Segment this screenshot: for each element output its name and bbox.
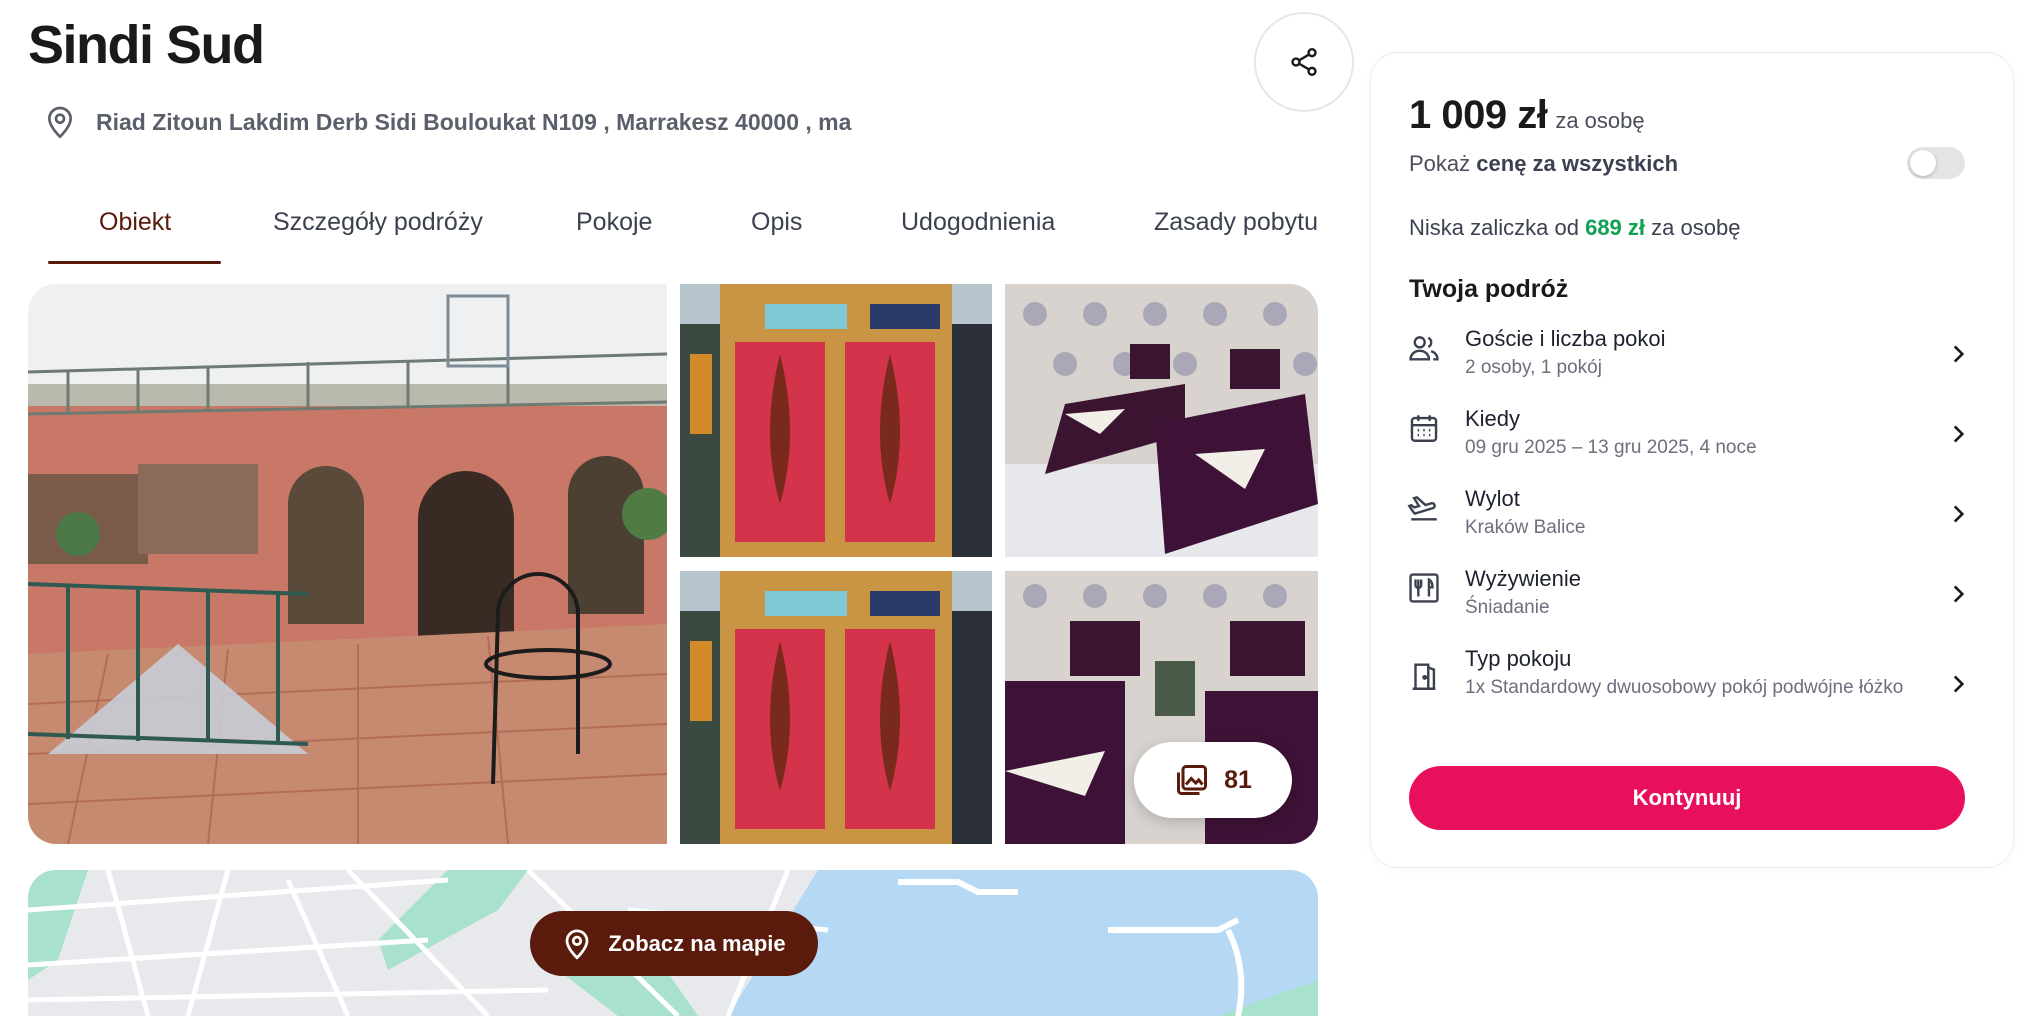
plane-departure-icon [1407, 496, 1437, 521]
show-all-photos-button[interactable]: 81 [1134, 742, 1292, 818]
continue-button[interactable]: Kontynuuj [1409, 766, 1965, 830]
show-total-prefix: Pokaż [1409, 151, 1471, 176]
trip-row-value: 1x Standardowy dwuosobowy pokój podwójne… [1465, 677, 1904, 698]
deposit-prefix: Niska zaliczka od [1409, 215, 1579, 240]
active-tab-indicator [48, 261, 221, 264]
location-pin-icon [47, 106, 73, 139]
photo-door[interactable] [680, 284, 992, 557]
photo-gallery [28, 284, 1318, 844]
deposit-info: Niska zaliczka od 689 zł za osobę [1409, 215, 1740, 241]
show-total-price-label: Pokaż cenę za wszystkich [1409, 151, 1678, 177]
deposit-suffix: za osobę [1651, 215, 1741, 240]
chevron-right-icon [1953, 425, 1965, 443]
address: Riad Zitoun Lakdim Derb Sidi Bouloukat N… [44, 104, 851, 140]
tab-zasady-pobytu[interactable]: Zasady pobytu [1154, 196, 1318, 264]
tab-pokoje[interactable]: Pokoje [576, 196, 652, 264]
door-icon [1412, 663, 1436, 690]
trip-row-label: Wylot [1465, 486, 1520, 511]
trip-row-label: Kiedy [1465, 406, 1521, 431]
hotel-name: Sindi Sud [28, 15, 265, 75]
tab-szczegoly-podrozy[interactable]: Szczegóły podróży [273, 196, 483, 264]
price-suffix: za osobę [1555, 108, 1645, 133]
trip-row-dates[interactable]: Kiedy 09 gru 2025 – 13 gru 2025, 4 noce [1407, 405, 1977, 465]
trip-row-value: Kraków Balice [1465, 517, 1586, 538]
show-total-bold: cenę za wszystkich [1476, 151, 1679, 176]
photo-gallery-icon [1177, 765, 1208, 795]
chevron-right-icon [1953, 675, 1965, 693]
trip-row-value: 09 gru 2025 – 13 gru 2025, 4 noce [1465, 437, 1757, 458]
deposit-amount: 689 zł [1585, 215, 1646, 240]
address-text: Riad Zitoun Lakdim Derb Sidi Bouloukat N… [96, 108, 852, 135]
trip-row-board[interactable]: Wyżywienie Śniadanie [1407, 565, 1977, 625]
chevron-right-icon [1953, 345, 1965, 363]
trip-section-title: Twoja podróż [1409, 275, 1569, 303]
trip-row-guests[interactable]: Goście i liczba pokoi 2 osoby, 1 pokój [1407, 325, 1977, 385]
share-icon [1291, 48, 1317, 76]
photo-courtyard[interactable] [28, 284, 667, 844]
view-on-map-button[interactable]: Zobacz na mapie [530, 911, 818, 976]
trip-row-label: Typ pokoju [1465, 646, 1572, 671]
trip-row-value: 2 osoby, 1 pokój [1465, 357, 1602, 378]
tab-opis[interactable]: Opis [751, 196, 802, 264]
booking-card: 1 009 zł za osobę Pokaż cenę za wszystki… [1370, 52, 2014, 868]
tab-obiekt[interactable]: Obiekt [99, 196, 171, 264]
trip-row-departure[interactable]: Wylot Kraków Balice [1407, 485, 1977, 545]
trip-row-room-type[interactable]: Typ pokoju 1x Standardowy dwuosobowy pok… [1407, 645, 1977, 725]
view-on-map-label: Zobacz na mapie [608, 930, 786, 956]
trip-row-value: Śniadanie [1465, 597, 1550, 618]
chevron-right-icon [1953, 505, 1965, 523]
tab-udogodnienia[interactable]: Udogodnienia [901, 196, 1055, 264]
photo-door-2[interactable] [680, 571, 992, 844]
photo-bedroom[interactable] [1005, 284, 1318, 557]
chevron-right-icon [1953, 585, 1965, 603]
calendar-icon [1410, 415, 1438, 442]
show-total-price-toggle[interactable] [1907, 147, 1965, 179]
location-pin-icon [565, 929, 589, 960]
price-row: 1 009 zł za osobę [1409, 93, 1645, 138]
share-button[interactable] [1254, 12, 1354, 112]
trip-row-label: Wyżywienie [1465, 566, 1581, 591]
photo-count: 81 [1224, 765, 1252, 794]
price: 1 009 zł [1409, 93, 1548, 137]
fork-knife-icon [1409, 573, 1439, 603]
tab-bar: Obiekt Szczegóły podróży Pokoje Opis Udo… [48, 196, 1324, 264]
trip-row-label: Goście i liczba pokoi [1465, 326, 1666, 351]
guests-icon [1409, 336, 1439, 361]
